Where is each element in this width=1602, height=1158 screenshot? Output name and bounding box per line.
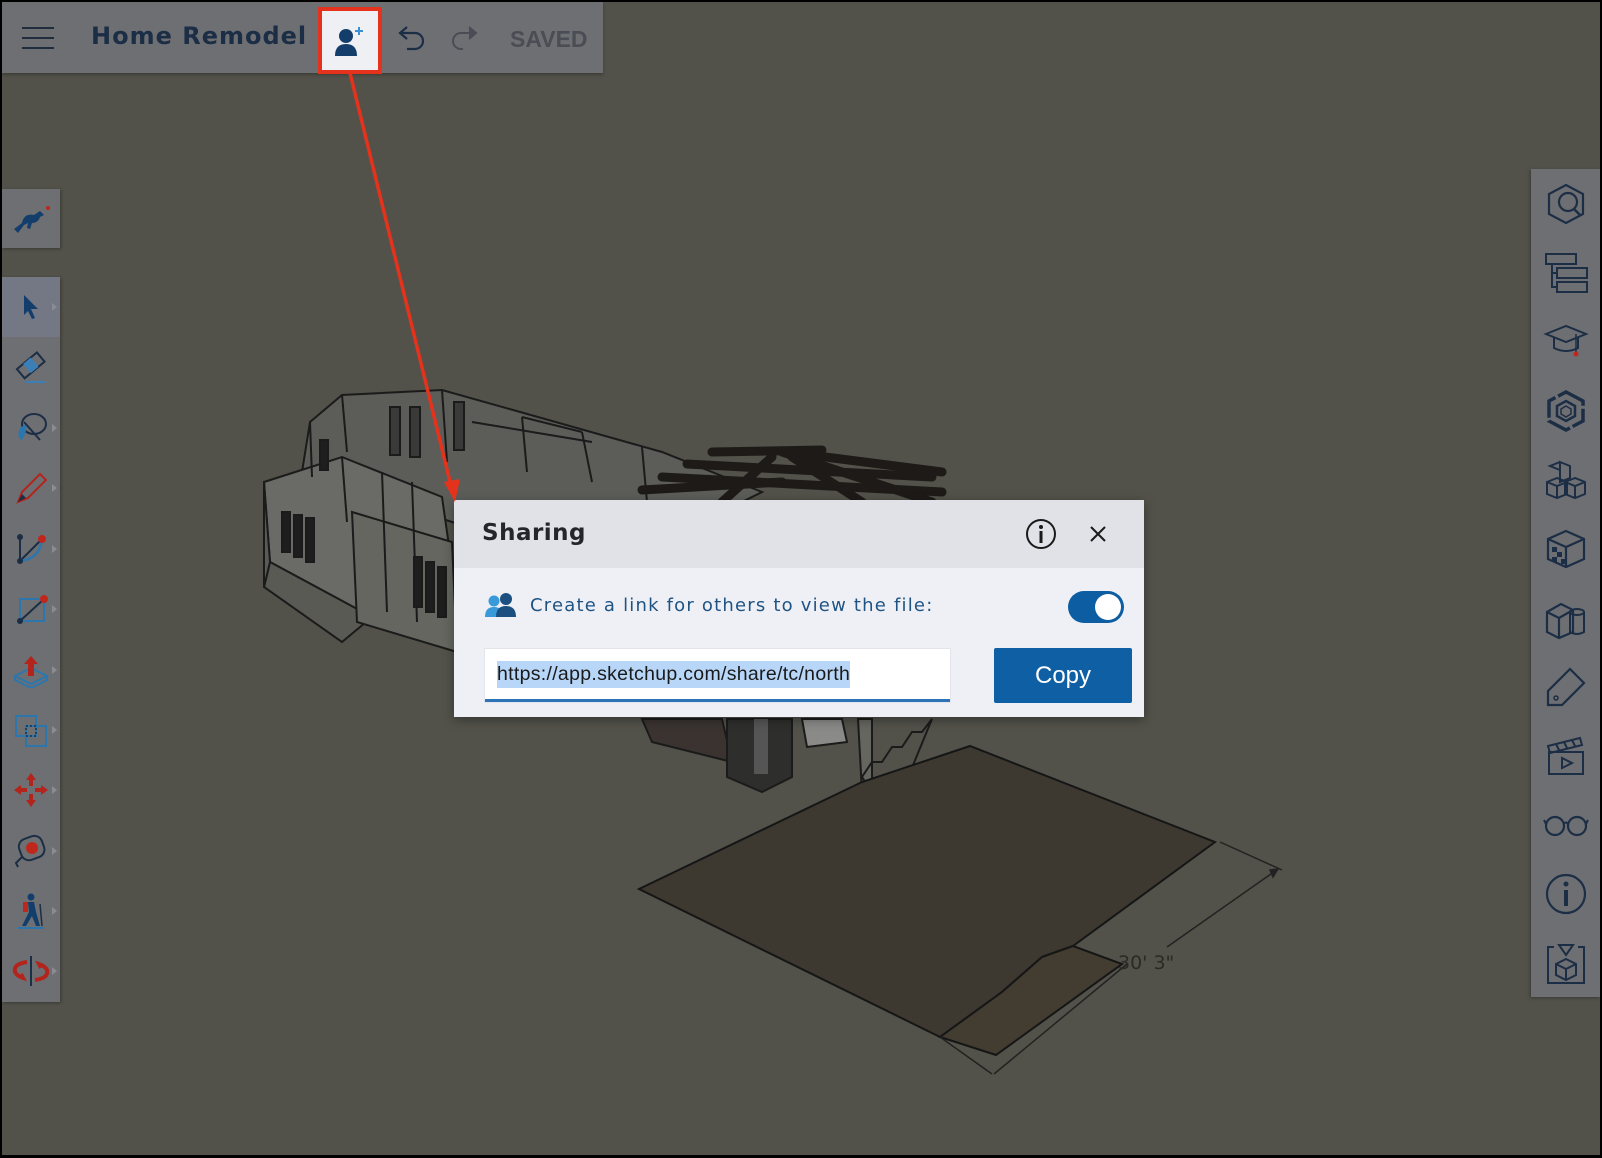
tool-tape-measure[interactable] xyxy=(2,821,60,881)
outliner-icon xyxy=(1544,252,1588,293)
panel-instructor[interactable] xyxy=(1531,307,1600,376)
redo-button[interactable] xyxy=(449,24,481,54)
info-button[interactable] xyxy=(1025,518,1057,550)
walk-icon xyxy=(18,893,44,930)
share-link-input[interactable]: https://app.sketchup.com/share/tc/north xyxy=(485,649,950,702)
undo-button[interactable] xyxy=(395,24,427,54)
submenu-caret-icon xyxy=(52,786,57,795)
component-hexagon-icon xyxy=(1546,389,1585,432)
tool-paint-bucket[interactable] xyxy=(2,398,60,458)
tool-rectangle[interactable] xyxy=(2,579,60,639)
eraser-icon xyxy=(15,350,46,383)
cubes-icon xyxy=(1545,460,1586,499)
panel-outliner[interactable] xyxy=(1531,238,1600,307)
orbit-icon xyxy=(12,956,50,987)
left-toolbar xyxy=(2,277,60,1002)
sharing-dialog: Sharing Create a link for others to view… xyxy=(454,500,1144,717)
panel-display[interactable] xyxy=(1531,790,1600,859)
panel-entity-info[interactable] xyxy=(1531,169,1600,238)
submenu-caret-icon xyxy=(52,544,57,553)
panel-components[interactable] xyxy=(1531,376,1600,445)
panel-tags[interactable] xyxy=(1531,652,1600,721)
tool-walk[interactable] xyxy=(2,881,60,941)
tag-icon xyxy=(1546,666,1586,706)
panel-styles[interactable] xyxy=(1531,583,1600,652)
panel-materials[interactable] xyxy=(1531,514,1600,583)
info-icon xyxy=(1545,873,1586,914)
redo-icon xyxy=(452,26,478,50)
users-icon xyxy=(485,593,516,617)
submenu-caret-icon xyxy=(52,665,57,674)
submenu-caret-icon xyxy=(52,605,57,614)
panel-solid-inspector[interactable] xyxy=(1531,928,1600,997)
submenu-caret-icon xyxy=(52,423,57,432)
solid-cube-icon xyxy=(1546,943,1585,984)
close-icon xyxy=(1090,526,1106,542)
hamburger-icon[interactable] xyxy=(22,27,54,49)
right-panel-toolbar xyxy=(1531,169,1600,997)
save-status: SAVED xyxy=(510,26,588,52)
search-sketchup-dog-icon xyxy=(14,205,50,233)
tool-push-pull[interactable] xyxy=(2,639,60,699)
rectangle-icon xyxy=(17,595,48,625)
floor-slab xyxy=(636,744,1218,1057)
tape-measure-icon xyxy=(14,834,46,868)
submenu-caret-icon xyxy=(52,907,57,916)
panel-scenes[interactable] xyxy=(1531,721,1600,790)
offset-icon xyxy=(15,714,47,747)
share-link-toggle[interactable] xyxy=(1068,591,1124,623)
document-title[interactable]: Home Remodel xyxy=(91,22,307,50)
dimension-label: 30' 3" xyxy=(1118,952,1175,974)
panel-model-info[interactable] xyxy=(1531,859,1600,928)
tool-arc[interactable] xyxy=(2,519,60,579)
paint-bucket-icon xyxy=(18,412,47,441)
submenu-caret-icon xyxy=(52,967,57,976)
share-link-label: Create a link for others to view the fil… xyxy=(530,594,934,616)
panel-3d-warehouse[interactable] xyxy=(1531,445,1600,514)
select-arrow-icon xyxy=(24,295,38,320)
submenu-caret-icon xyxy=(52,725,57,734)
glasses-icon xyxy=(1542,815,1589,836)
tool-move[interactable] xyxy=(2,760,60,820)
clapperboard-icon xyxy=(1546,736,1584,775)
undo-icon xyxy=(398,26,425,51)
solids-icon xyxy=(1545,602,1585,639)
tool-pencil[interactable] xyxy=(2,458,60,518)
tool-select[interactable] xyxy=(2,277,60,338)
submenu-caret-icon xyxy=(52,846,57,855)
toggle-knob xyxy=(1095,594,1121,620)
arc-icon xyxy=(17,533,46,564)
dialog-header: Sharing xyxy=(454,500,1144,568)
entity-search-icon xyxy=(1547,183,1584,224)
share-link-row: Create a link for others to view the fil… xyxy=(484,592,933,618)
move-icon xyxy=(14,773,48,808)
search-button[interactable] xyxy=(2,189,60,248)
tool-offset[interactable] xyxy=(2,700,60,760)
graduation-cap-icon xyxy=(1542,324,1589,356)
submenu-caret-icon xyxy=(52,484,57,493)
push-pull-icon xyxy=(12,655,50,688)
submenu-caret-icon xyxy=(52,303,57,312)
close-button[interactable] xyxy=(1086,522,1110,546)
pencil-icon xyxy=(16,472,48,505)
info-circle-icon xyxy=(1026,519,1056,549)
copy-button[interactable]: Copy xyxy=(994,648,1132,703)
top-toolbar: Home Remodel SAVED xyxy=(2,2,603,74)
add-user-icon xyxy=(335,26,363,56)
dialog-title: Sharing xyxy=(482,520,587,546)
share-link-text[interactable]: https://app.sketchup.com/share/tc/north xyxy=(497,660,851,688)
tool-orbit[interactable] xyxy=(2,941,60,1001)
materials-cube-icon xyxy=(1546,529,1585,568)
share-button[interactable] xyxy=(318,7,382,74)
tool-eraser[interactable] xyxy=(2,337,60,397)
